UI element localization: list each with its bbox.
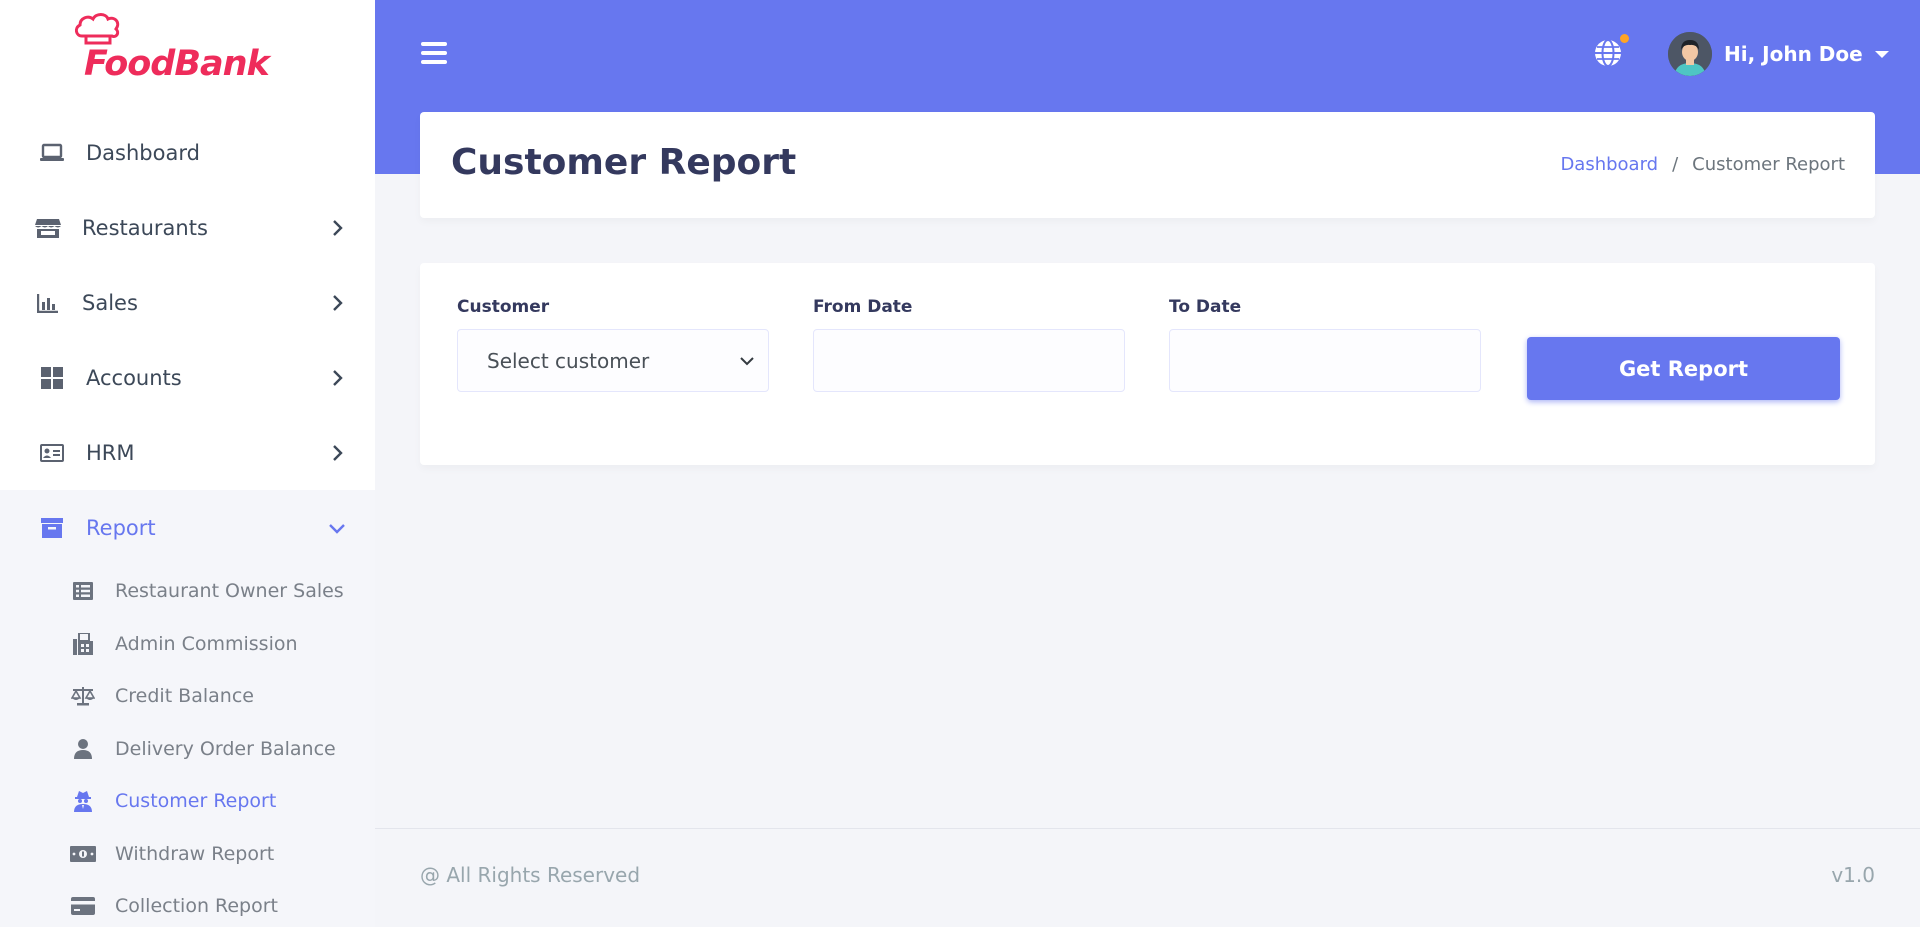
footer-copyright: @ All Rights Reserved [420, 863, 641, 887]
caret-down-icon [1874, 50, 1889, 58]
fax-icon [70, 632, 96, 656]
page-title: Customer Report [451, 142, 797, 183]
sidebar-item-accounts[interactable]: Accounts [0, 340, 375, 415]
chevron-right-icon [333, 219, 343, 236]
sidebar-subitem-delivery-order-balance[interactable]: Delivery Order Balance [0, 723, 375, 776]
language-globe-icon[interactable] [1593, 34, 1629, 68]
sidebar: FoodBank Dashboard Restaurants Sales Acc… [0, 0, 375, 927]
footer: @ All Rights Reserved v1.0 [375, 828, 1920, 927]
sidebar-item-label: HRM [86, 440, 135, 465]
to-date-label: To Date [1169, 297, 1242, 317]
from-date-label: From Date [813, 297, 913, 317]
to-date-input[interactable] [1169, 329, 1481, 392]
sidebar-subitem-label: Restaurant Owner Sales [115, 580, 344, 603]
get-report-button[interactable]: Get Report [1527, 337, 1840, 400]
credit-card-icon [70, 894, 96, 918]
sidebar-item-label: Restaurants [82, 215, 208, 240]
customer-field: Customer Select customer [457, 297, 769, 392]
sidebar-subitem-restaurant-owner-sales[interactable]: Restaurant Owner Sales [0, 565, 375, 618]
chevron-down-icon [329, 523, 345, 534]
breadcrumb-separator: / [1672, 154, 1679, 175]
footer-version: v1.0 [1831, 863, 1875, 887]
user-greeting: Hi, John Doe [1724, 42, 1863, 66]
sidebar-subitem-collection-report[interactable]: Collection Report [0, 880, 375, 927]
store-icon [34, 214, 62, 242]
user-icon [70, 737, 96, 761]
customer-select-value: Select customer [487, 348, 650, 373]
sidebar-item-label: Accounts [86, 365, 182, 390]
id-card-icon [38, 439, 66, 467]
from-date-input[interactable] [813, 329, 1125, 392]
sidebar-item-dashboard[interactable]: Dashboard [0, 115, 375, 190]
chevron-right-icon [333, 369, 343, 386]
chef-hat-icon [74, 13, 120, 45]
customer-select[interactable]: Select customer [457, 329, 769, 392]
breadcrumb-dashboard-link[interactable]: Dashboard [1560, 154, 1658, 175]
to-date-field: To Date [1169, 297, 1481, 392]
sidebar-subitem-admin-commission[interactable]: Admin Commission [0, 618, 375, 671]
sidebar-item-sales[interactable]: Sales [0, 265, 375, 340]
sidebar-item-report[interactable]: Report [0, 490, 375, 565]
user-menu-dropdown[interactable]: Hi, John Doe [1668, 32, 1889, 76]
sidebar-item-restaurants[interactable]: Restaurants [0, 190, 375, 265]
sidebar-subitem-label: Customer Report [115, 790, 277, 813]
breadcrumb-current: Customer Report [1692, 154, 1845, 175]
customer-label: Customer [457, 297, 550, 317]
laptop-icon [38, 139, 66, 167]
avatar [1668, 32, 1712, 76]
report-filter-card: Customer Select customer From Date To Da… [420, 263, 1875, 465]
sidebar-subitem-label: Credit Balance [115, 685, 254, 708]
breadcrumb: Dashboard / Customer Report [1560, 154, 1845, 175]
archive-icon [38, 514, 66, 542]
chart-bar-icon [34, 289, 62, 317]
sidebar-subitem-withdraw-report[interactable]: Withdraw Report [0, 828, 375, 881]
sidebar-subitem-customer-report[interactable]: Customer Report [0, 775, 375, 828]
report-submenu: Restaurant Owner Sales Admin Commission … [0, 565, 375, 927]
sidebar-subitem-label: Withdraw Report [115, 842, 275, 865]
sidebar-item-label: Dashboard [86, 140, 200, 165]
list-icon [70, 579, 96, 603]
user-secret-icon [70, 789, 96, 813]
hamburger-menu-icon[interactable] [421, 42, 447, 64]
grid-icon [38, 364, 66, 392]
sidebar-item-label: Report [86, 515, 156, 540]
sidebar-menu: Dashboard Restaurants Sales Accounts HRM… [0, 115, 375, 927]
sidebar-subitem-label: Delivery Order Balance [115, 737, 336, 760]
sidebar-item-hrm[interactable]: HRM [0, 415, 375, 490]
page-header-card: Customer Report Dashboard / Customer Rep… [420, 112, 1875, 218]
brand-name: FoodBank [84, 44, 270, 84]
chevron-down-icon [740, 356, 754, 365]
sidebar-subitem-credit-balance[interactable]: Credit Balance [0, 670, 375, 723]
sidebar-subitem-label: Collection Report [115, 895, 279, 918]
chevron-right-icon [333, 444, 343, 461]
notification-dot [1620, 34, 1629, 43]
money-bill-icon [70, 842, 96, 866]
from-date-field: From Date [813, 297, 1125, 392]
sidebar-subitem-label: Admin Commission [115, 632, 298, 655]
balance-scale-icon [70, 684, 96, 708]
foodbank-logo[interactable]: FoodBank [70, 13, 270, 84]
sidebar-item-label: Sales [82, 290, 138, 315]
chevron-right-icon [333, 294, 343, 311]
